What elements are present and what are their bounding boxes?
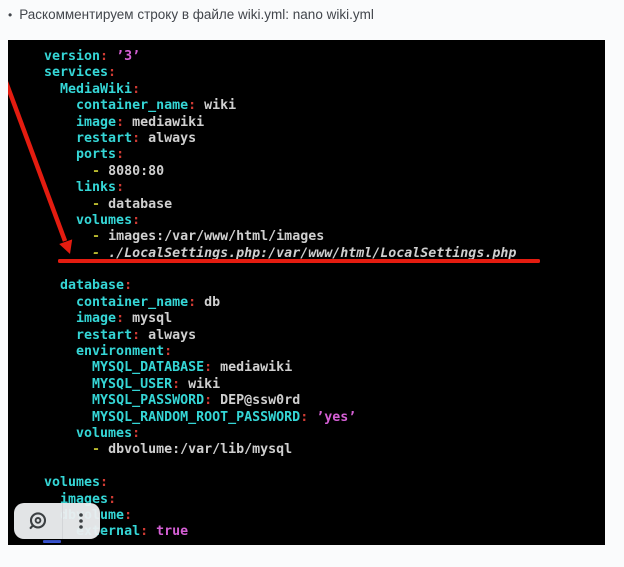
instruction-line: • Раскомментируем строку в файле wiki.ym… [8, 7, 374, 22]
code-line: container_name: wiki [44, 98, 516, 114]
code-line: MediaWiki: [44, 82, 516, 98]
code-line: environment: [44, 344, 516, 360]
code-line: image: mysql [44, 311, 516, 327]
yaml-code: version: ’3’services: MediaWiki: contain… [8, 40, 516, 541]
code-line: - dbvolume:/var/lib/mysql [44, 442, 516, 458]
code-line: restart: always [44, 131, 516, 147]
code-line: dbvolume: [44, 508, 516, 524]
kebab-menu-icon [72, 509, 90, 533]
code-line: volumes: [44, 213, 516, 229]
cursor-artifact [43, 540, 61, 543]
code-line: version: ’3’ [44, 49, 516, 65]
code-line [44, 262, 516, 278]
code-line: MYSQL_DATABASE: mediawiki [44, 360, 516, 376]
code-line: images: [44, 492, 516, 508]
code-line: image: mediawiki [44, 115, 516, 131]
code-line: external: true [44, 524, 516, 540]
code-line: ports: [44, 147, 516, 163]
terminal-screenshot: version: ’3’services: MediaWiki: contain… [8, 40, 605, 545]
instruction-text: Раскомментируем строку в файле wiki.yml:… [19, 7, 374, 22]
code-line: - 8080:80 [44, 164, 516, 180]
code-line: - images:/var/www/html/images [44, 229, 516, 245]
code-line: database: [44, 278, 516, 294]
code-line: MYSQL_RANDOM_ROOT_PASSWORD: ’yes’ [44, 410, 516, 426]
bullet-marker: • [8, 8, 12, 22]
code-line: MYSQL_USER: wiki [44, 377, 516, 393]
lens-search-button[interactable] [14, 503, 63, 539]
code-line: volumes: [44, 426, 516, 442]
code-line: - ./LocalSettings.php:/var/www/html/Loca… [44, 246, 516, 262]
code-line: restart: always [44, 328, 516, 344]
code-line: container_name: db [44, 295, 516, 311]
lens-search-icon [26, 509, 50, 533]
code-line: links: [44, 180, 516, 196]
code-line: volumes: [44, 475, 516, 491]
code-line: - database [44, 197, 516, 213]
code-line: services: [44, 65, 516, 81]
code-line [44, 459, 516, 475]
more-options-button[interactable] [63, 503, 99, 539]
code-line: MYSQL_PASSWORD: DEP@ssw0rd [44, 393, 516, 409]
image-hover-toolbar [14, 503, 100, 539]
